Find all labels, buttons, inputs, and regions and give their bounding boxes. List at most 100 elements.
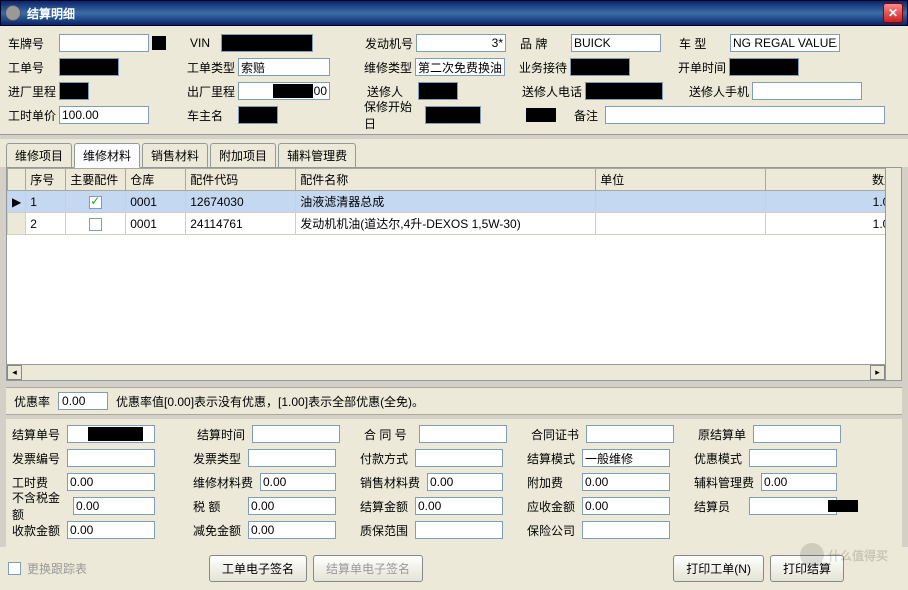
settler-label: 结算员	[692, 498, 746, 515]
data-grid[interactable]: 序号 主要配件 仓库 配件代码 配件名称 单位 数量 ▶ 1 0001 1267…	[6, 167, 902, 381]
vertical-scrollbar[interactable]	[885, 168, 901, 380]
invoice-no-field[interactable]	[67, 449, 155, 467]
plate-label: 车牌号	[6, 35, 56, 52]
settle-no-label: 结算单号	[10, 426, 64, 443]
discount-rate-label: 优惠率	[14, 393, 50, 410]
invoice-type-field[interactable]	[248, 449, 336, 467]
worktype-label: 工单类型	[185, 59, 235, 76]
sender-label: 送修人	[365, 83, 415, 100]
warranty-field[interactable]	[425, 106, 481, 124]
tab-repair-items[interactable]: 维修项目	[6, 143, 72, 167]
extra-fee-field[interactable]	[582, 473, 670, 491]
sheet-sign-button[interactable]: 工单电子签名	[209, 555, 307, 582]
workno-field[interactable]	[59, 58, 119, 76]
print-settle-button[interactable]: 打印结算	[770, 555, 844, 582]
opentime-field[interactable]	[729, 58, 799, 76]
tracking-label: 更换跟踪表	[27, 560, 87, 577]
notax-field[interactable]	[73, 497, 155, 515]
discount-bar: 优惠率 优惠率值[0.00]表示没有优惠，[1.00]表示全部优惠(全免)。	[6, 387, 902, 415]
hourprice-label: 工时单价	[6, 107, 56, 124]
settle-mode-field[interactable]	[582, 449, 670, 467]
invoice-no-label: 发票编号	[10, 450, 64, 467]
vin-label: VIN	[188, 36, 218, 50]
aux-fee-field[interactable]	[761, 473, 837, 491]
deduct-label: 减免金额	[191, 522, 245, 539]
material-fee-label: 维修材料费	[191, 474, 257, 491]
brand-label: 品 牌	[518, 35, 568, 52]
plate-field[interactable]	[59, 34, 149, 52]
remark-field[interactable]	[605, 106, 885, 124]
worktype-field[interactable]	[238, 58, 330, 76]
tab-sale-material[interactable]: 销售材料	[142, 143, 208, 167]
mile-in-field[interactable]	[59, 82, 89, 100]
contract-no-field[interactable]	[419, 425, 507, 443]
extra-fee-label: 附加费	[525, 474, 579, 491]
orig-settle-field[interactable]	[753, 425, 841, 443]
settle-mode-label: 结算模式	[525, 450, 579, 467]
app-icon	[5, 5, 21, 21]
deduct-field[interactable]	[248, 521, 336, 539]
vin-field[interactable]	[221, 34, 313, 52]
model-label: 车 型	[677, 35, 727, 52]
pay-method-field[interactable]	[415, 449, 503, 467]
mile-in-label: 进厂里程	[6, 83, 56, 100]
tracking-checkbox[interactable]	[8, 562, 21, 575]
receipt-label: 收款金额	[10, 522, 64, 539]
owner-label: 车主名	[185, 107, 235, 124]
insurer-field[interactable]	[582, 521, 670, 539]
discount-hint: 优惠率值[0.00]表示没有优惠，[1.00]表示全部优惠(全免)。	[116, 393, 424, 410]
checkbox-icon[interactable]	[89, 196, 102, 209]
workno-label: 工单号	[6, 59, 56, 76]
table-row[interactable]: 2 0001 24114761 发动机机油(道达尔,4升-DEXOS 1,5W-…	[8, 213, 901, 235]
opentime-label: 开单时间	[676, 59, 726, 76]
sale-fee-label: 销售材料费	[358, 474, 424, 491]
settler-field[interactable]	[749, 497, 837, 515]
table-row[interactable]: ▶ 1 0001 12674030 油液滤清器总成 1.00	[8, 191, 901, 213]
brand-field[interactable]	[571, 34, 661, 52]
tax-field[interactable]	[248, 497, 336, 515]
contract-cert-field[interactable]	[586, 425, 674, 443]
close-icon[interactable]: ✕	[883, 3, 903, 23]
hour-fee-label: 工时费	[10, 474, 64, 491]
discount-rate-field[interactable]	[58, 392, 108, 410]
sale-fee-field[interactable]	[427, 473, 503, 491]
material-fee-field[interactable]	[260, 473, 336, 491]
header-form: 车牌号 VIN 发动机号 品 牌 车 型 工单号 工单类型 维修类型 业务接待 …	[0, 26, 908, 135]
receivable-label: 应收金额	[525, 498, 579, 515]
pref-mode-label: 优惠模式	[692, 450, 746, 467]
hourprice-field[interactable]	[59, 106, 149, 124]
button-bar: 更换跟踪表 工单电子签名 结算单电子签名 打印工单(N) 打印结算 关闭	[0, 547, 908, 590]
receivable-field[interactable]	[582, 497, 670, 515]
sender-mobile-field[interactable]	[752, 82, 862, 100]
sender-phone-field[interactable]	[585, 82, 663, 100]
checkbox-icon[interactable]	[89, 218, 102, 231]
engine-field[interactable]	[416, 34, 506, 52]
service-field[interactable]	[570, 58, 630, 76]
settle-sign-button[interactable]: 结算单电子签名	[313, 555, 423, 582]
model-field[interactable]	[730, 34, 840, 52]
scroll-right-icon[interactable]: ▸	[870, 365, 885, 380]
notax-label: 不含税金额	[10, 489, 70, 523]
settle-time-label: 结算时间	[195, 426, 249, 443]
service-label: 业务接待	[517, 59, 567, 76]
scroll-left-icon[interactable]: ◂	[7, 365, 22, 380]
grid-header: 序号 主要配件 仓库 配件代码 配件名称 单位 数量	[8, 169, 901, 191]
contract-no-label: 合 同 号	[362, 426, 416, 443]
remark-label: 备注	[572, 107, 602, 124]
tax-label: 税 额	[191, 498, 245, 515]
horizontal-scrollbar[interactable]: ◂ ▸	[7, 364, 885, 380]
pref-mode-field[interactable]	[749, 449, 837, 467]
receipt-field[interactable]	[67, 521, 155, 539]
window-title: 结算明细	[27, 5, 883, 22]
warranty-scope-label: 质保范围	[358, 522, 412, 539]
settle-amt-field[interactable]	[415, 497, 503, 515]
tab-extra-items[interactable]: 附加项目	[210, 143, 276, 167]
settle-time-field[interactable]	[252, 425, 340, 443]
settlement-form: 结算单号 结算时间 合 同 号 合同证书 原结算单 发票编号 发票类型 付款方式…	[6, 419, 902, 547]
print-sheet-button[interactable]: 打印工单(N)	[673, 555, 764, 582]
owner-field[interactable]	[238, 106, 278, 124]
warranty-scope-field[interactable]	[415, 521, 503, 539]
tab-aux-fee[interactable]: 辅料管理费	[278, 143, 356, 167]
repairtype-field[interactable]	[415, 58, 505, 76]
tab-repair-material[interactable]: 维修材料	[74, 143, 140, 168]
